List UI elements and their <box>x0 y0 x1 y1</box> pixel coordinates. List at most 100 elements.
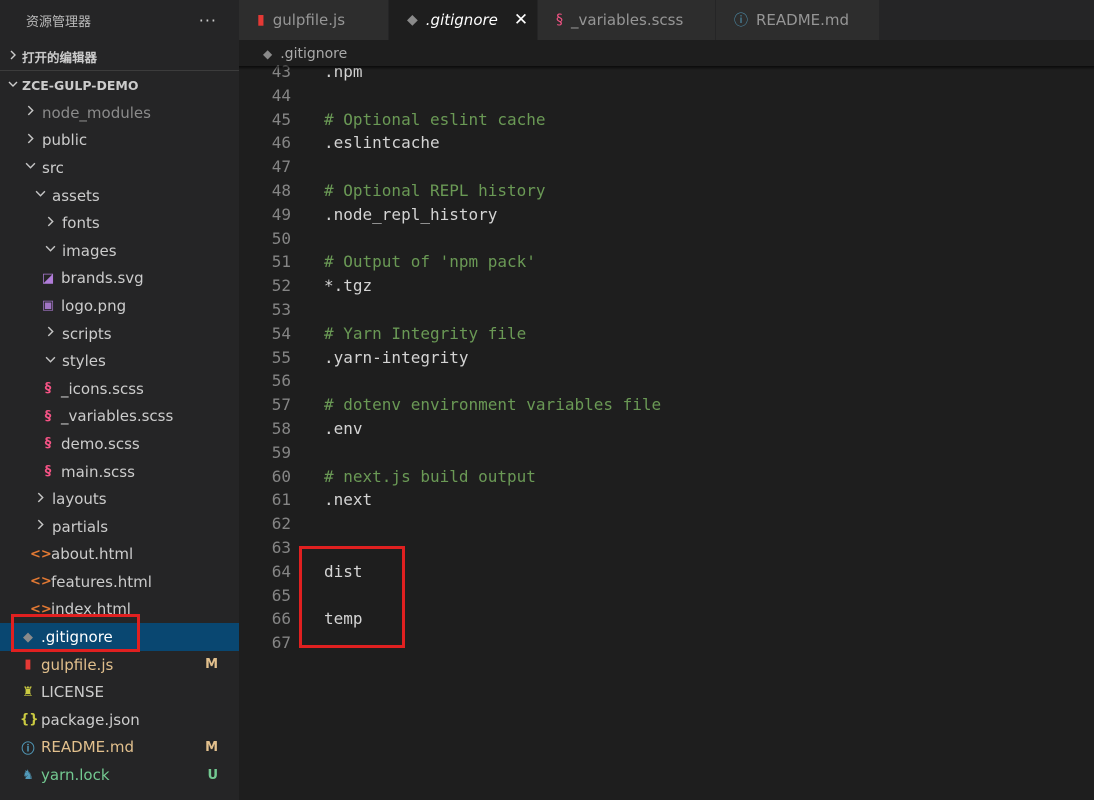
tab-label: _variables.scss <box>571 11 684 29</box>
code-line: 59 <box>239 441 1094 465</box>
file-item[interactable]: ♞ yarn.lock U <box>0 761 239 789</box>
tab-gulpfile-js[interactable]: ▮ gulpfile.js <box>239 0 389 40</box>
file-item[interactable]: ◪ brands.svg <box>0 265 239 293</box>
folder-item[interactable]: node_modules <box>0 99 239 127</box>
code-line: 44 <box>239 84 1094 108</box>
tab-label: .gitignore <box>425 11 498 29</box>
tab-variables-scss[interactable]: § _variables.scss <box>538 0 716 40</box>
scss-file-icon: § <box>44 464 52 480</box>
code-text: .node_repl_history <box>324 204 498 224</box>
line-number: 50 <box>271 228 291 248</box>
open-editors-label: 打开的编辑器 <box>22 49 98 65</box>
file-item[interactable]: <> features.html <box>0 568 239 596</box>
line-number: 56 <box>271 371 291 391</box>
code-line: 46 .eslintcache <box>239 131 1094 155</box>
tree-item-label: about.html <box>51 545 134 564</box>
code-text: .yarn-integrity <box>324 347 469 367</box>
folder-item[interactable]: scripts <box>0 320 239 348</box>
code-line: 66 temp <box>239 607 1094 631</box>
file-tree: node_modulespublic src assets fonts images ◪ b… <box>0 99 239 789</box>
code-text: .npm <box>324 62 363 81</box>
info-file-icon: ⓘ <box>734 13 748 29</box>
close-icon[interactable]: ✕ <box>514 10 528 30</box>
git-status-badge: M <box>205 657 218 673</box>
explorer-header: 资源管理器 ··· <box>0 0 239 40</box>
line-number: 64 <box>271 561 291 581</box>
code-line: 45 # Optional eslint cache <box>239 108 1094 132</box>
code-line: 55 .yarn-integrity <box>239 346 1094 370</box>
tree-item-label: images <box>62 241 117 260</box>
line-number: 51 <box>271 252 291 272</box>
tree-item-label: package.json <box>41 710 140 729</box>
file-item[interactable]: ◆ .gitignore <box>0 623 239 651</box>
html-file-icon: <> <box>30 546 52 562</box>
open-editors-section[interactable]: 打开的编辑器 <box>0 42 239 71</box>
tree-item-label: scripts <box>62 324 112 343</box>
folder-item[interactable]: images <box>0 237 239 265</box>
file-item[interactable]: {} package.json <box>0 706 239 734</box>
chevron-right-icon <box>32 492 48 507</box>
tab-label: README.md <box>756 11 850 29</box>
chevron-right-icon <box>42 326 58 341</box>
chevron-right-icon <box>22 105 38 120</box>
line-number: 61 <box>271 490 291 510</box>
file-item[interactable]: § demo.scss <box>0 430 239 458</box>
chevron-right-icon <box>22 133 38 148</box>
chevron-down-icon <box>42 354 58 369</box>
folder-item[interactable]: partials <box>0 513 239 541</box>
folder-item[interactable]: public <box>0 127 239 155</box>
code-text: .next <box>324 490 373 510</box>
folder-item[interactable]: layouts <box>0 485 239 513</box>
file-item[interactable]: <> index.html <box>0 596 239 624</box>
more-actions-icon[interactable]: ··· <box>199 11 217 30</box>
gulp-file-icon: ▮ <box>24 657 32 673</box>
file-item[interactable]: ▮ gulpfile.js M <box>0 651 239 679</box>
file-item[interactable]: ⓘ README.md M <box>0 734 239 762</box>
html-file-icon: <> <box>30 574 52 590</box>
line-number: 59 <box>271 442 291 462</box>
tab-label: gulpfile.js <box>272 11 346 29</box>
line-number: 57 <box>271 395 291 415</box>
chevron-right-icon <box>8 50 22 63</box>
file-item[interactable]: ▣ logo.png <box>0 292 239 320</box>
code-editor[interactable]: 43 .npm 44 45 # Optional eslint cache 46 .esli… <box>239 60 1094 800</box>
code-line: 67 <box>239 631 1094 655</box>
file-item[interactable]: § _variables.scss <box>0 403 239 431</box>
file-item[interactable]: ♜ LICENSE <box>0 678 239 706</box>
line-number: 49 <box>271 204 291 224</box>
tab-gitignore[interactable]: ◆ .gitignore ✕ <box>389 0 538 40</box>
git-file-icon: ◆ <box>263 47 273 61</box>
file-item[interactable]: <> about.html <box>0 541 239 569</box>
gulp-file-icon: ▮ <box>257 12 265 28</box>
chevron-right-icon <box>42 216 58 231</box>
folder-item[interactable]: src <box>0 154 239 182</box>
line-number: 63 <box>271 537 291 557</box>
tree-item-label: public <box>42 131 88 150</box>
folder-item[interactable]: fonts <box>0 209 239 237</box>
code-text: # dotenv environment variables file <box>324 395 662 415</box>
code-text: .env <box>324 418 363 438</box>
tree-item-label: .gitignore <box>41 628 113 647</box>
tree-item-label: assets <box>52 186 100 205</box>
git-file-icon: ◆ <box>23 629 33 645</box>
line-number: 47 <box>271 157 291 177</box>
project-section[interactable]: ZCE-GULP-DEMO <box>0 71 239 99</box>
code-line: 47 <box>239 155 1094 179</box>
tree-item-label: _variables.scss <box>61 407 174 426</box>
code-text: # Optional eslint cache <box>324 109 546 129</box>
code-text: temp <box>324 609 363 629</box>
tree-item-label: README.md <box>41 738 135 757</box>
folder-item[interactable]: assets <box>0 182 239 210</box>
file-item[interactable]: § main.scss <box>0 458 239 486</box>
code-line: 48 # Optional REPL history <box>239 179 1094 203</box>
folder-item[interactable]: styles <box>0 347 239 375</box>
code-text: .eslintcache <box>324 133 440 153</box>
breadcrumb-shadow <box>239 66 1094 70</box>
code-line: 56 <box>239 369 1094 393</box>
code-line: 54 # Yarn Integrity file <box>239 322 1094 346</box>
line-number: 54 <box>271 323 291 343</box>
tab-readme-md[interactable]: ⓘ README.md <box>716 0 880 40</box>
file-item[interactable]: § _icons.scss <box>0 375 239 403</box>
tree-item-label: fonts <box>62 214 100 233</box>
code-line: 60 # next.js build output <box>239 465 1094 489</box>
